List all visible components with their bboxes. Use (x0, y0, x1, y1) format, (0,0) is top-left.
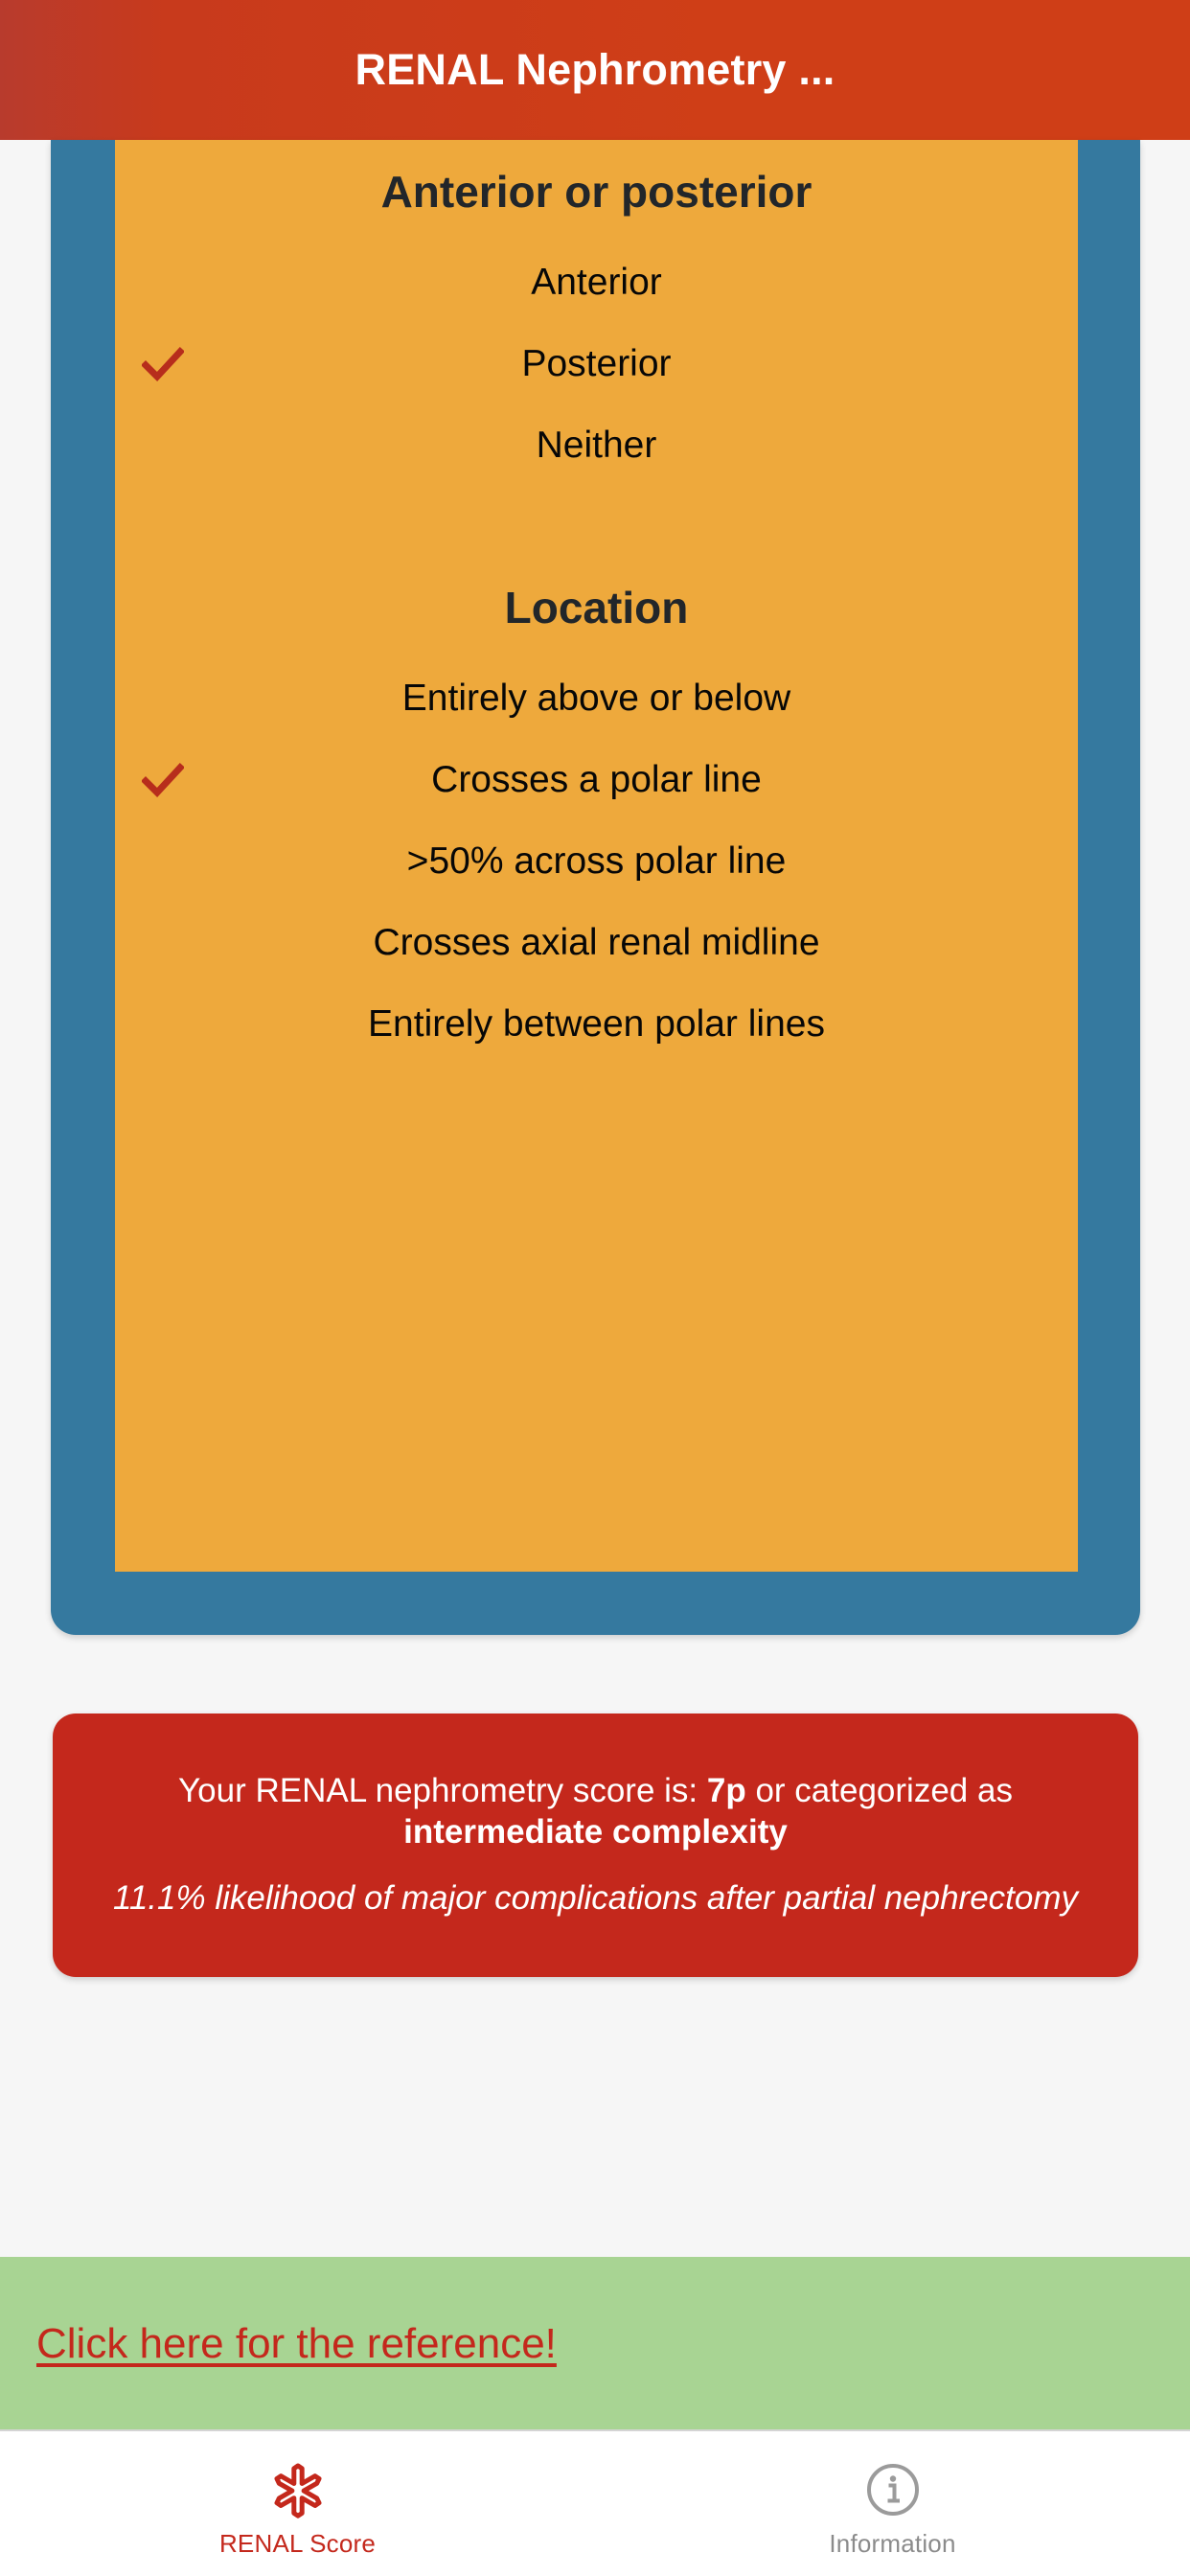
option-label: Neither (536, 424, 657, 466)
app-root: RENAL Nephrometry ... Anterior or poster… (0, 0, 1190, 2576)
option-label: >50% across polar line (406, 840, 787, 882)
score-category: intermediate complexity (403, 1813, 788, 1852)
question-panel: Anterior or posterior Anterior Posterior… (115, 140, 1078, 1572)
bottom-tab-bar: RENAL Score Information (0, 2429, 1190, 2576)
score-value: 7p (706, 1772, 746, 1810)
page-title: RENAL Nephrometry ... (355, 45, 835, 94)
score-prefix-text: Your RENAL nephrometry score is: (178, 1772, 707, 1810)
asterisk-icon (268, 2460, 328, 2519)
score-middle-text: or categorized as (745, 1772, 1013, 1810)
result-card: Your RENAL nephrometry score is: 7p or c… (53, 1714, 1138, 1977)
app-header: RENAL Nephrometry ... (0, 0, 1190, 140)
score-summary: Your RENAL nephrometry score is: 7p or c… (89, 1771, 1102, 1852)
option-label: Anterior (531, 261, 662, 303)
tab-renal-score[interactable]: RENAL Score (0, 2431, 595, 2576)
option-anterior[interactable]: Anterior (115, 242, 1078, 324)
option-posterior[interactable]: Posterior (115, 324, 1078, 405)
reference-banner: Click here for the reference! (0, 2257, 1190, 2430)
checkmark-icon (142, 347, 184, 382)
tab-information[interactable]: Information (595, 2431, 1190, 2576)
option-label: Crosses axial renal midline (373, 921, 820, 963)
option-over-50-percent-across-polar-line[interactable]: >50% across polar line (115, 821, 1078, 903)
tab-label: RENAL Score (218, 2529, 377, 2558)
section-heading-location: Location (504, 582, 689, 632)
checkmark-icon (142, 763, 184, 798)
option-entirely-above-or-below[interactable]: Entirely above or below (115, 658, 1078, 740)
scroll-content[interactable]: Anterior or posterior Anterior Posterior… (0, 140, 1190, 2430)
option-crosses-axial-renal-midline[interactable]: Crosses axial renal midline (115, 903, 1078, 984)
question-card: Anterior or posterior Anterior Posterior… (51, 140, 1140, 1635)
option-label: Crosses a polar line (431, 758, 762, 800)
option-label: Entirely between polar lines (368, 1002, 825, 1045)
option-label: Entirely above or below (401, 677, 791, 719)
complication-likelihood: 11.1% likelihood of major complications … (112, 1878, 1079, 1917)
section-heading-anterior-or-posterior: Anterior or posterior (380, 167, 812, 217)
option-label: Posterior (521, 342, 672, 384)
option-neither[interactable]: Neither (115, 405, 1078, 487)
tab-label: Information (829, 2529, 956, 2558)
option-crosses-a-polar-line[interactable]: Crosses a polar line (115, 740, 1078, 821)
reference-link[interactable]: Click here for the reference! (36, 2320, 557, 2368)
option-entirely-between-polar-lines[interactable]: Entirely between polar lines (115, 984, 1078, 1066)
info-circle-icon (864, 2460, 922, 2519)
